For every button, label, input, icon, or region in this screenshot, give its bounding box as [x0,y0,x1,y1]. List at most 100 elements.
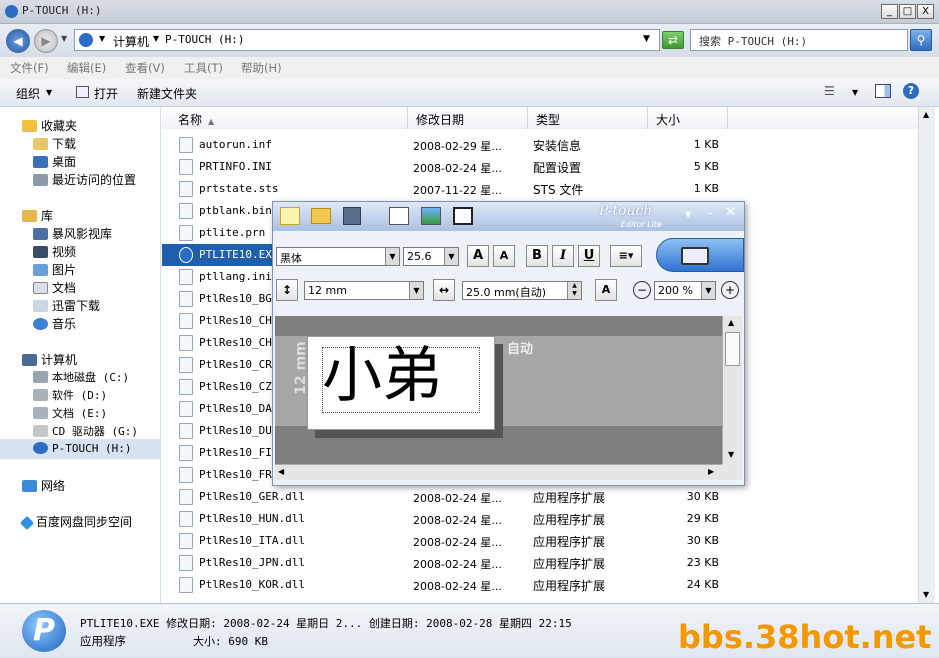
align-icon[interactable]: ≡▾ [610,245,642,267]
canvas-scroll-right-icon[interactable]: ▶ [708,467,714,476]
nav-item-documents[interactable]: 文档 [33,279,76,296]
length-spin-icon[interactable]: ▲ ▼ [567,282,581,299]
preview-pane-icon[interactable] [875,84,891,98]
organize-button[interactable]: 组织 [16,85,40,102]
file-row[interactable]: PRTINFO.INI 2008-02-24 星... 配置设置 5 KB [162,156,742,178]
file-row[interactable]: PtlRes10_KOR.dll 2008-02-24 星... 应用程序扩展 24 … [162,574,742,596]
file-row[interactable]: prtstate.sts 2007-11-22 星... STS 文件 1 KB [162,178,742,200]
column-header-name[interactable]: 名称 ▲ [162,107,408,129]
history-dropdown-icon[interactable]: ▼ [61,34,67,43]
canvas-scroll-left-icon[interactable]: ◀ [278,467,284,476]
bold-button[interactable]: B [526,245,548,267]
search-icon[interactable]: ⚲ [910,29,932,51]
tape-width-icon[interactable]: ↕ [276,279,298,301]
label-preview[interactable]: 小弟 [307,336,495,430]
menu-edit[interactable]: 编辑(E) [67,60,106,76]
column-header-size[interactable]: 大小 [648,107,728,129]
nav-computer[interactable]: 计算机 [22,351,77,368]
file-row[interactable]: autorun.inf 2008-02-29 星... 安装信息 1 KB [162,134,742,156]
save-icon[interactable] [343,207,361,225]
nav-favorites[interactable]: 收藏夹 [22,117,77,134]
nav-libraries[interactable]: 库 [22,207,53,224]
menu-tools[interactable]: 工具(T) [184,60,223,76]
italic-button[interactable]: I [552,245,574,267]
column-header-type[interactable]: 类型 [528,107,648,129]
menu-help[interactable]: 帮助(H) [241,60,282,76]
nav-baidu[interactable]: 百度网盘同步空间 [19,513,132,531]
nav-drive-d[interactable]: 软件 (D:) [33,387,107,403]
menu-view[interactable]: 查看(V) [125,60,165,76]
zoom-in-icon[interactable]: + [721,281,739,299]
breadcrumb-drive[interactable]: P-TOUCH (H:) [165,33,244,46]
canvas-scroll-down-icon[interactable]: ▼ [728,450,734,459]
help-icon[interactable]: ? [903,83,919,99]
address-box[interactable]: ▼ 计算机 ▼ P-TOUCH (H:) ▼ [74,29,660,51]
open-button[interactable]: 打开 [94,85,118,102]
refresh-button[interactable]: ⇄ [662,31,684,49]
label-length-input[interactable]: 25.0 mm(自动) ▲ ▼ [462,281,582,300]
column-header-date[interactable]: 修改日期 [408,107,528,129]
menu-file[interactable]: 文件(F) [10,60,49,76]
maximize-button[interactable]: □ [899,4,916,19]
font-size-dropdown-icon[interactable]: ▼ [444,248,458,265]
label-length-icon[interactable]: ↔ [433,279,455,301]
file-row[interactable]: PtlRes10_ITA.dll 2008-02-24 星... 应用程序扩展 30 … [162,530,742,552]
nav-item-baofeng[interactable]: 暴风影视库 [33,225,112,242]
underline-button[interactable]: U [578,245,600,267]
label-text[interactable]: 小弟 [322,341,442,411]
breadcrumb-computer[interactable]: 计算机 [113,33,149,50]
scroll-down-icon[interactable]: ▼ [923,590,929,599]
tape-dropdown-icon[interactable]: ▼ [409,282,423,299]
canvas-hscroll[interactable]: ◀ ▶ [275,464,722,480]
nav-drive-h[interactable]: P-TOUCH (H:) [0,439,160,459]
minimize-button[interactable]: _ [881,4,898,19]
nav-item-recent[interactable]: 最近访问的位置 [33,171,136,188]
tape-width-select[interactable]: 12 mm ▼ [304,281,424,300]
close-icon[interactable]: ✕ [725,205,736,220]
search-input[interactable]: 搜索 P-TOUCH (H:) [690,29,908,51]
options-dropdown-icon[interactable]: ▼ [685,210,691,219]
view-dropdown-icon[interactable]: ▼ [852,88,858,97]
font-dropdown-icon[interactable]: ▼ [385,248,399,265]
canvas-scroll-up-icon[interactable]: ▲ [728,318,734,327]
font-select[interactable]: 黑体 ▼ [276,247,400,266]
image-icon[interactable] [421,207,441,225]
nav-drive-c[interactable]: 本地磁盘 (C:) [33,369,129,385]
zoom-select[interactable]: 200 % ▼ [654,281,716,300]
canvas-scroll-thumb[interactable] [725,332,740,366]
view-options-icon[interactable]: ☰ [824,84,835,98]
nav-network[interactable]: 网络 [22,477,65,494]
zoom-dropdown-icon[interactable]: ▼ [701,282,715,299]
file-row[interactable]: PtlRes10_GER.dll 2008-02-24 星... 应用程序扩展 30 … [162,486,742,508]
nav-drive-e[interactable]: 文档 (E:) [33,405,107,421]
nav-item-desktop[interactable]: 桌面 [33,153,76,170]
close-button[interactable]: X [917,4,934,19]
minimize-icon[interactable]: – [707,206,713,220]
nav-drive-g[interactable]: CD 驱动器 (G:) [33,423,138,439]
increase-font-icon[interactable]: A [467,245,489,267]
scroll-up-icon[interactable]: ▲ [923,110,929,119]
zoom-out-icon[interactable]: − [633,281,651,299]
file-row[interactable]: PtlRes10_HUN.dll 2008-02-24 星... 应用程序扩展 29 … [162,508,742,530]
back-button[interactable]: ◀ [6,29,30,53]
forward-button[interactable]: ▶ [34,29,58,53]
new-folder-button[interactable]: 新建文件夹 [137,85,197,102]
nav-item-music[interactable]: 音乐 [33,315,76,332]
print-button[interactable] [656,238,744,272]
nav-item-pictures[interactable]: 图片 [33,261,76,278]
nav-item-downloads[interactable]: 下载 [33,135,76,152]
canvas-vscroll[interactable]: ▲ ▼ [722,316,742,464]
decrease-font-icon[interactable]: A [493,245,515,267]
organize-dropdown-icon[interactable]: ▼ [46,88,52,97]
resize-grip-icon[interactable] [722,464,742,480]
new-label-icon[interactable] [280,207,300,225]
font-size-select[interactable]: 25.6 ▼ [403,247,459,266]
nav-item-videos[interactable]: 视频 [33,243,76,260]
auto-fit-icon[interactable]: A [595,279,617,301]
file-row[interactable]: PTLITE10.EXE [162,244,278,266]
frame-icon[interactable] [453,207,473,225]
text-icon[interactable] [389,207,409,225]
address-dropdown-icon[interactable]: ▼ [643,34,650,44]
file-list-scrollbar[interactable]: ▲ ▼ [918,107,935,603]
file-row[interactable]: PtlRes10_JPN.dll 2008-02-24 星... 应用程序扩展 23 … [162,552,742,574]
